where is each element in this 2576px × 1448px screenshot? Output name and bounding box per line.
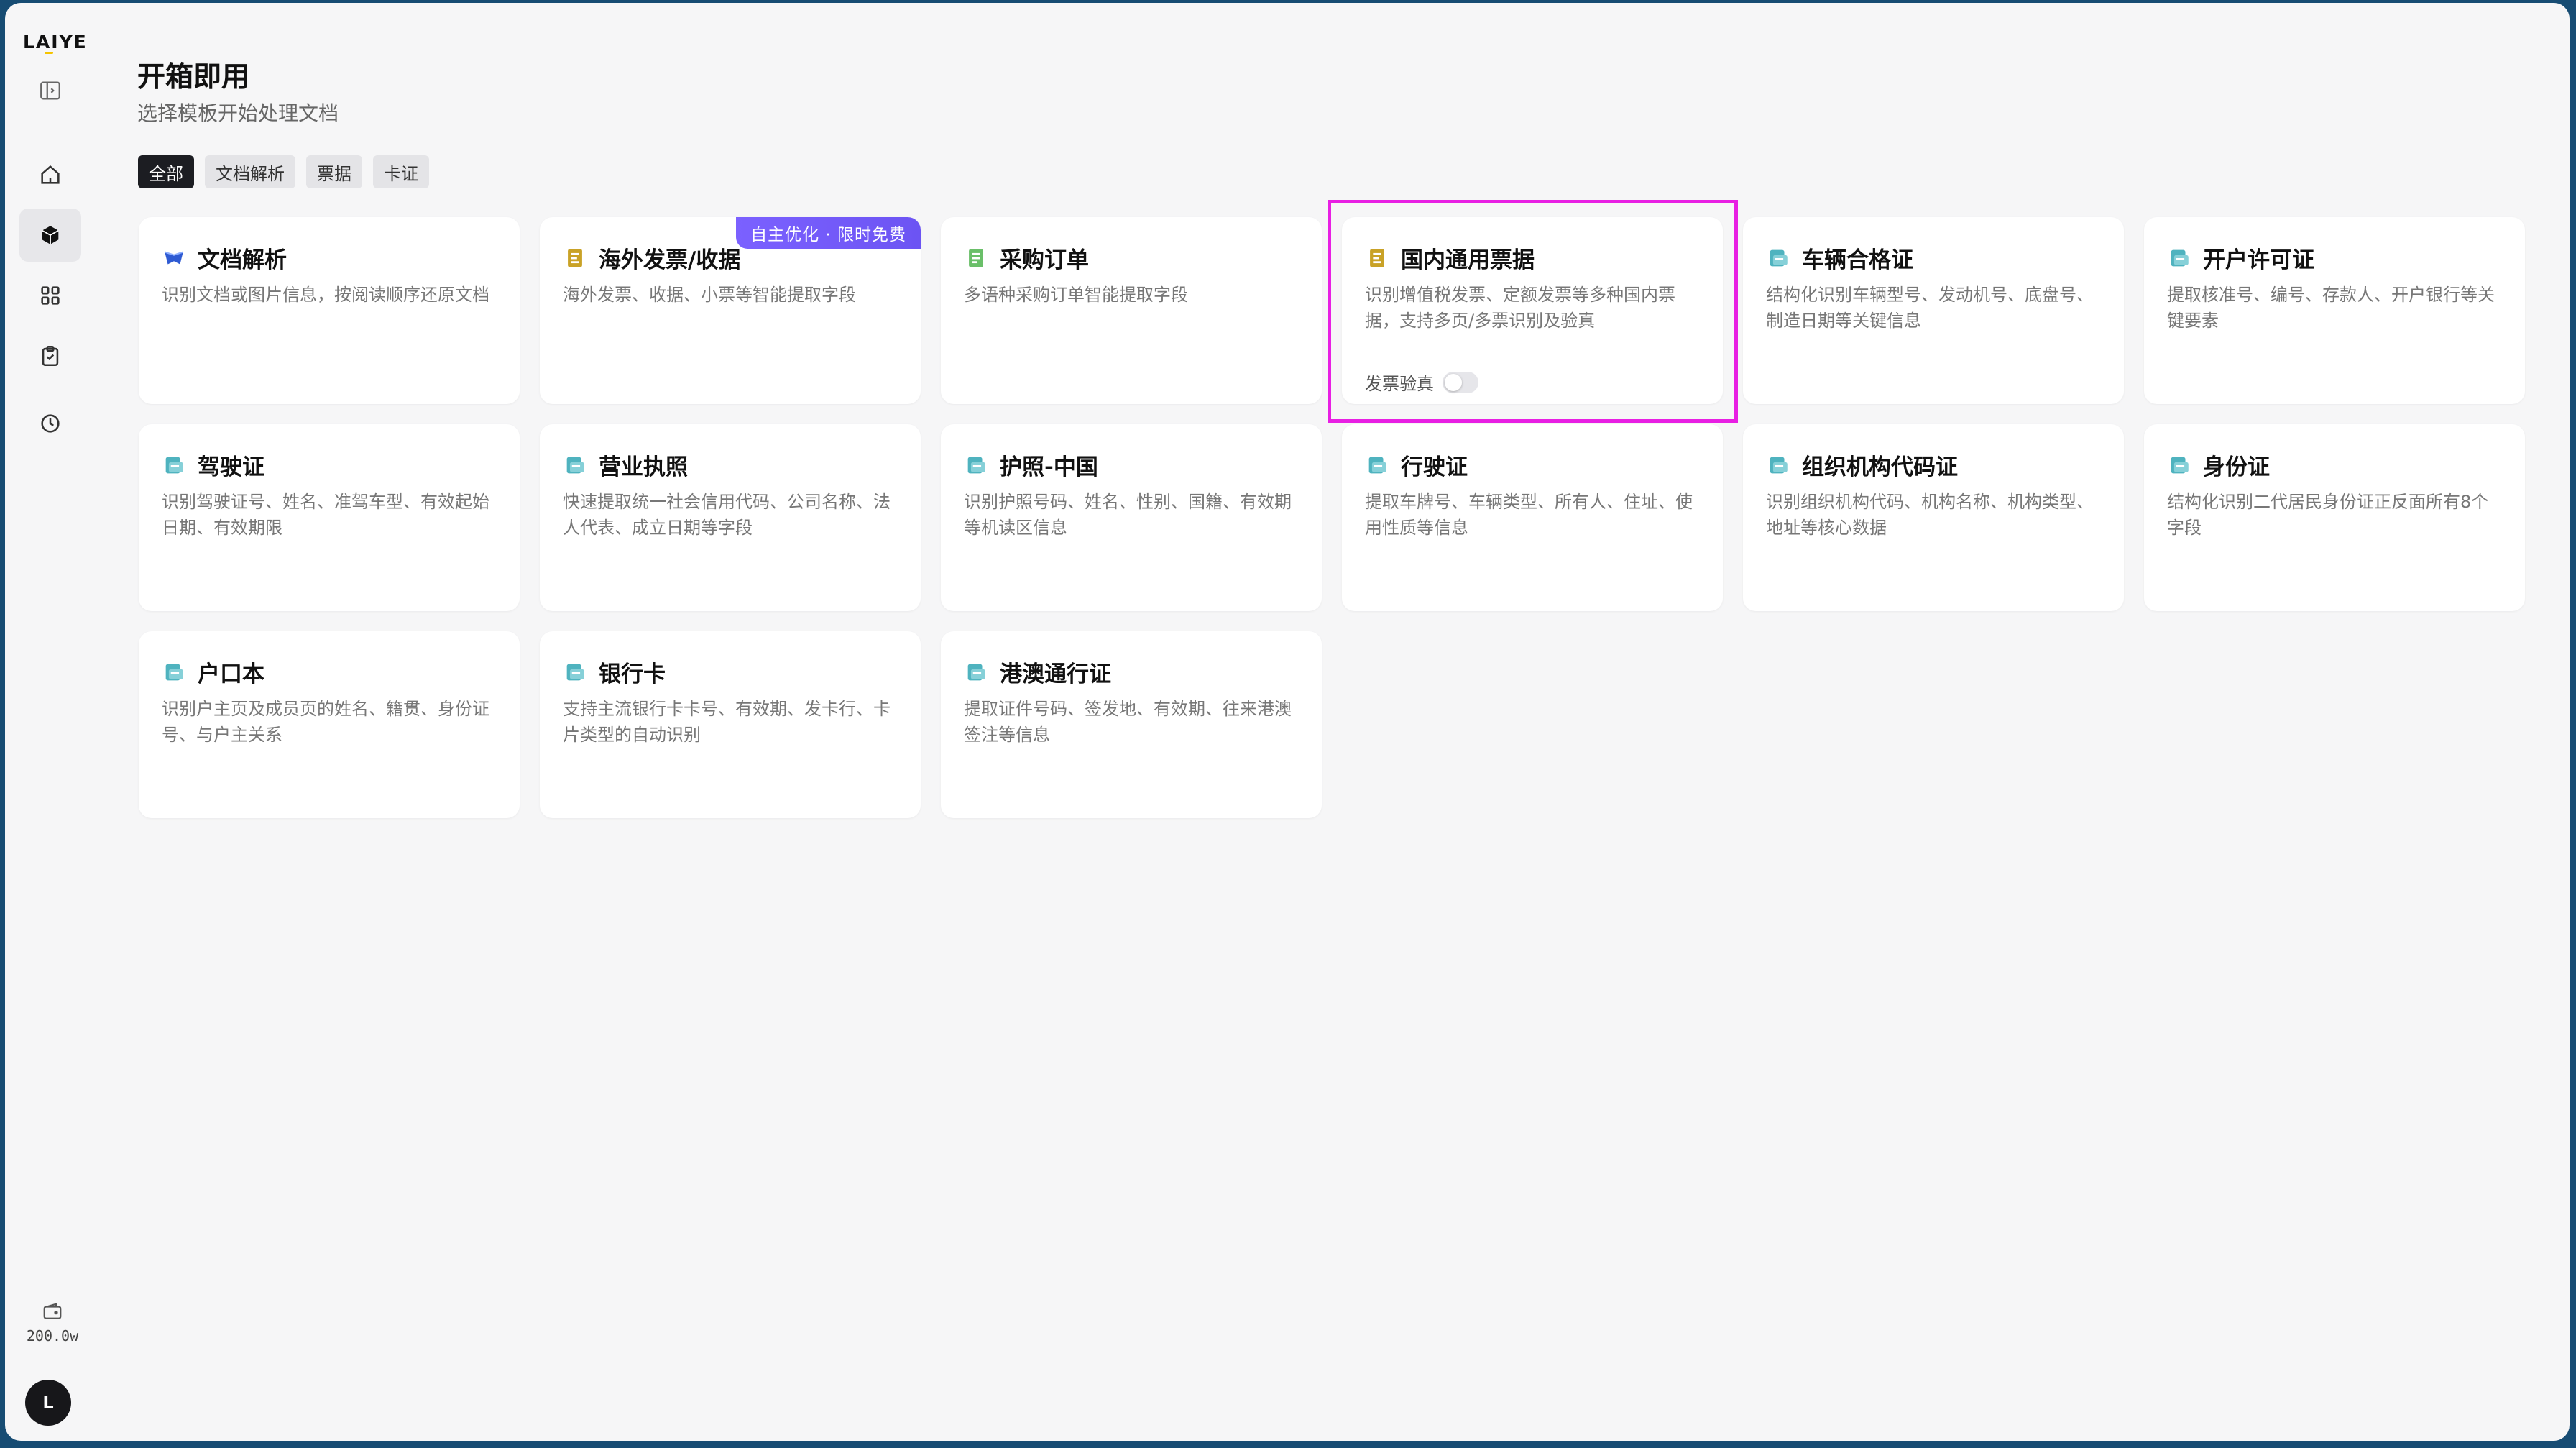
template-card[interactable]: 营业执照 快速提取统一社会信用代码、公司名称、法人代表、成立日期等字段 — [540, 424, 921, 611]
invoice-icon — [563, 246, 587, 270]
card-description: 支持主流银行卡卡号、有效期、发卡行、卡片类型的自动识别 — [563, 699, 891, 745]
app-window: LAIYE 200.0w L 开箱即用 选择模板开始处理文档 全部 文档解析 票… — [5, 3, 2570, 1441]
wallet-amount: 200.0w — [26, 1327, 79, 1344]
wallet-balance[interactable]: 200.0w — [24, 1301, 81, 1344]
template-card[interactable]: 采购订单 多语种采购订单智能提取字段 — [941, 217, 1322, 404]
purchase-order-icon — [964, 246, 988, 270]
page-subtitle: 选择模板开始处理文档 — [137, 101, 339, 125]
card-icon — [1365, 453, 1389, 477]
logo-accent — [45, 52, 53, 54]
card-title: 营业执照 — [599, 454, 688, 480]
card-icon — [162, 453, 186, 477]
card-title: 港澳通行证 — [1000, 661, 1111, 687]
promo-badge: 自主优化 · 限时免费 — [736, 217, 921, 249]
invoice-verify-setting: 发票验真 — [1365, 370, 1478, 395]
card-description: 海外发票、收据、小票等智能提取字段 — [563, 285, 856, 305]
template-card[interactable]: 港澳通行证 提取证件号码、签发地、有效期、往来港澳签注等信息 — [941, 631, 1322, 818]
card-description: 识别户主页及成员页的姓名、籍贯、身份证号、与户主关系 — [162, 699, 489, 745]
filter-cards[interactable]: 卡证 — [373, 155, 429, 188]
document-parse-icon — [162, 246, 186, 270]
logo: LAIYE — [23, 32, 88, 52]
card-description: 识别增值税发票、定额发票等多种国内票据，支持多页/多票识别及验真 — [1365, 285, 1675, 331]
card-title: 文档解析 — [198, 247, 287, 273]
card-icon — [563, 453, 587, 477]
wallet-icon — [43, 1303, 62, 1319]
card-title: 组织机构代码证 — [1802, 454, 1958, 480]
page-title: 开箱即用 — [137, 61, 250, 93]
card-title: 行驶证 — [1401, 454, 1468, 480]
card-description: 多语种采购订单智能提取字段 — [964, 285, 1188, 305]
template-card[interactable]: 文档解析 识别文档或图片信息，按阅读顺序还原文档 — [139, 217, 520, 404]
invoice-icon — [1365, 246, 1389, 270]
card-description: 提取核准号、编号、存款人、开户银行等关键要素 — [2167, 285, 2495, 331]
card-description: 识别组织机构代码、机构名称、机构类型、地址等核心数据 — [1766, 492, 2094, 538]
clipboard-check-icon — [42, 345, 59, 367]
invoice-verify-label: 发票验真 — [1365, 374, 1434, 394]
card-icon — [1766, 453, 1790, 477]
template-card[interactable]: 身份证 结构化识别二代居民身份证正反面所有8个字段 — [2144, 424, 2525, 611]
card-icon — [162, 660, 186, 684]
card-description: 快速提取统一社会信用代码、公司名称、法人代表、成立日期等字段 — [563, 492, 891, 538]
grid-icon — [41, 286, 60, 305]
card-title: 海外发票/收据 — [599, 247, 741, 273]
card-title: 开户许可证 — [2203, 247, 2314, 273]
filter-document-parse[interactable]: 文档解析 — [205, 155, 295, 188]
template-card[interactable]: 银行卡 支持主流银行卡卡号、有效期、发卡行、卡片类型的自动识别 — [540, 631, 921, 818]
template-card-selected[interactable]: 国内通用票据 识别增值税发票、定额发票等多种国内票据，支持多页/多票识别及验真 … — [1342, 217, 1723, 404]
card-title: 银行卡 — [599, 661, 666, 687]
template-card[interactable]: 户口本 识别户主页及成员页的姓名、籍贯、身份证号、与户主关系 — [139, 631, 520, 818]
template-grid: 文档解析 识别文档或图片信息，按阅读顺序还原文档 自主优化 · 限时免费 海外发… — [139, 217, 2525, 818]
avatar[interactable]: L — [25, 1380, 71, 1426]
sidebar-item-templates[interactable] — [19, 209, 81, 262]
home-icon — [41, 165, 60, 184]
card-description: 识别驾驶证号、姓名、准驾车型、有效起始日期、有效期限 — [162, 492, 489, 538]
card-description: 提取车牌号、车辆类型、所有人、住址、使用性质等信息 — [1365, 492, 1693, 538]
card-icon — [964, 453, 988, 477]
card-icon — [964, 660, 988, 684]
filter-tabs: 全部 文档解析 票据 卡证 — [138, 155, 429, 188]
sidebar-toggle-button[interactable] — [19, 64, 81, 117]
card-icon — [563, 660, 587, 684]
card-description: 提取证件号码、签发地、有效期、往来港澳签注等信息 — [964, 699, 1292, 745]
card-title: 国内通用票据 — [1401, 247, 1535, 273]
sidebar: LAIYE 200.0w L — [5, 3, 95, 1441]
template-card[interactable]: 驾驶证 识别驾驶证号、姓名、准驾车型、有效起始日期、有效期限 — [139, 424, 520, 611]
card-icon — [2167, 246, 2191, 270]
sidebar-item-tasks[interactable] — [19, 329, 81, 382]
card-description: 结构化识别二代居民身份证正反面所有8个字段 — [2167, 492, 2489, 538]
card-description: 结构化识别车辆型号、发动机号、底盘号、制造日期等关键信息 — [1766, 285, 2094, 331]
template-card[interactable]: 行驶证 提取车牌号、车辆类型、所有人、住址、使用性质等信息 — [1342, 424, 1723, 611]
card-description: 识别文档或图片信息，按阅读顺序还原文档 — [162, 285, 489, 305]
filter-receipts[interactable]: 票据 — [306, 155, 362, 188]
filter-all[interactable]: 全部 — [138, 155, 194, 188]
card-title: 护照-中国 — [1000, 454, 1098, 480]
card-title: 车辆合格证 — [1802, 247, 1913, 273]
cube-icon — [42, 226, 59, 244]
card-title: 采购订单 — [1000, 247, 1089, 273]
template-card[interactable]: 组织机构代码证 识别组织机构代码、机构名称、机构类型、地址等核心数据 — [1743, 424, 2124, 611]
invoice-verify-toggle[interactable] — [1443, 371, 1478, 393]
template-card[interactable]: 车辆合格证 结构化识别车辆型号、发动机号、底盘号、制造日期等关键信息 — [1743, 217, 2124, 404]
sidebar-item-home[interactable] — [19, 148, 81, 201]
card-title: 户口本 — [198, 661, 264, 687]
card-icon — [2167, 453, 2191, 477]
sidebar-item-history[interactable] — [19, 397, 81, 450]
card-title: 驾驶证 — [198, 454, 264, 480]
template-card[interactable]: 开户许可证 提取核准号、编号、存款人、开户银行等关键要素 — [2144, 217, 2525, 404]
template-card[interactable]: 自主优化 · 限时免费 海外发票/收据 海外发票、收据、小票等智能提取字段 — [540, 217, 921, 404]
panel-toggle-icon — [40, 81, 60, 100]
card-description: 识别护照号码、姓名、性别、国籍、有效期等机读区信息 — [964, 492, 1292, 538]
template-card[interactable]: 护照-中国 识别护照号码、姓名、性别、国籍、有效期等机读区信息 — [941, 424, 1322, 611]
card-title: 身份证 — [2203, 454, 2270, 480]
clock-icon — [41, 414, 60, 433]
card-icon — [1766, 246, 1790, 270]
sidebar-item-apps[interactable] — [19, 269, 81, 322]
